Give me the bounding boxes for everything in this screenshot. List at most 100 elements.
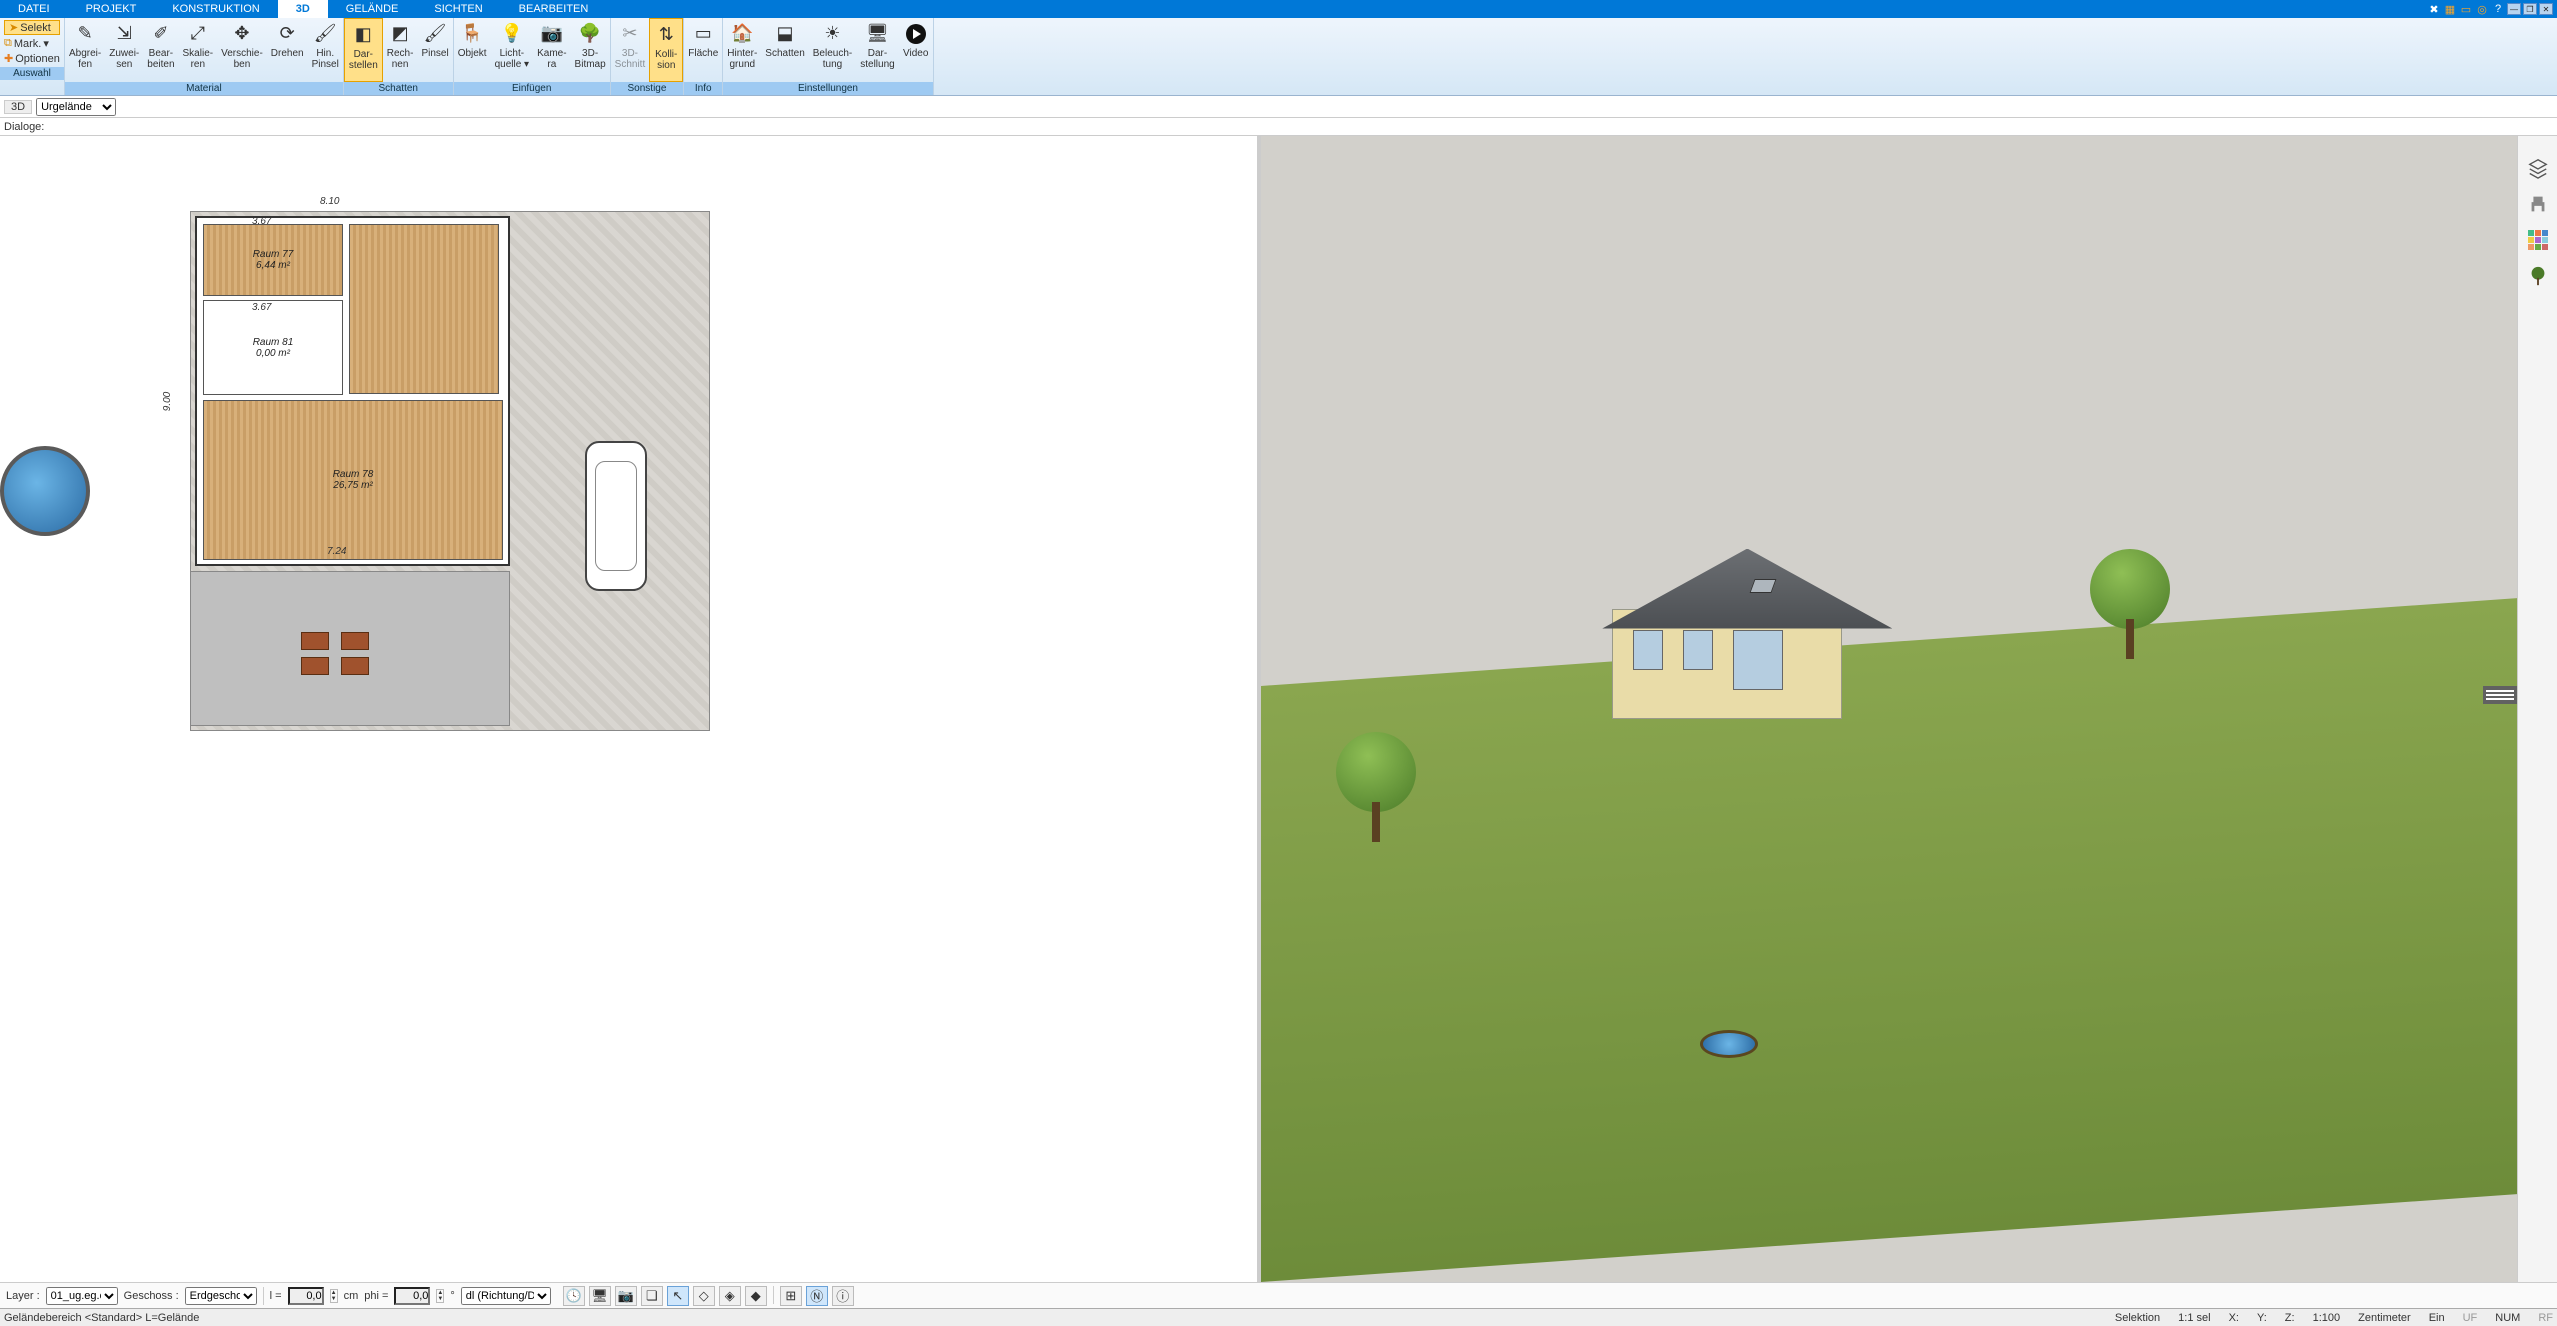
optbar-info-icon[interactable]: ⓘ: [832, 1286, 854, 1306]
optbar-cursor-icon[interactable]: ↖: [667, 1286, 689, 1306]
optbar-shade-icon[interactable]: ◈: [719, 1286, 741, 1306]
phi-input[interactable]: [394, 1287, 430, 1305]
tree: [2090, 549, 2170, 659]
video-icon: [904, 22, 928, 46]
layers-icon[interactable]: [2526, 156, 2550, 180]
optbar-wire-icon[interactable]: ◇: [693, 1286, 715, 1306]
ribbon-abgreifen-button[interactable]: ✎Abgrei-fen: [65, 18, 105, 82]
ribbon-kollision-button[interactable]: ⇅Kolli-sion: [649, 18, 683, 82]
ribbon-hintergrund-button[interactable]: 🏠Hinter-grund: [723, 18, 761, 82]
geschoss-select[interactable]: Erdgescho: [185, 1287, 257, 1305]
lichtquelle-icon: 💡: [500, 22, 524, 46]
ribbon-hin-pinsel-button[interactable]: 🖌Hin.Pinsel: [308, 18, 343, 82]
optbar-grid-icon[interactable]: ⊞: [780, 1286, 802, 1306]
dim: 3.67: [252, 216, 271, 227]
ribbon-schatten-set-button[interactable]: ⬓Schatten: [761, 18, 808, 82]
optbar-north-icon[interactable]: Ⓝ: [806, 1286, 828, 1306]
ribbon-verschieben-button[interactable]: ✥Verschie-ben: [217, 18, 267, 82]
tools-icon[interactable]: ✖: [2427, 2, 2441, 16]
status-uf: UF: [2463, 1312, 2478, 1324]
menu-tab-datei[interactable]: DATEI: [0, 0, 68, 18]
car-top-view: [585, 441, 647, 591]
menu-tab-projekt[interactable]: PROJEKT: [68, 0, 155, 18]
ribbon-label: fen: [78, 59, 92, 70]
stair-area[interactable]: [349, 224, 499, 394]
optbar-screen-icon[interactable]: 🖥: [589, 1286, 611, 1306]
furniture-icon[interactable]: [2526, 192, 2550, 216]
3d-bitmap-icon: 🌳: [578, 22, 602, 46]
ribbon-label: Hinter-: [727, 48, 757, 59]
ribbon-label: ren: [191, 59, 205, 70]
palette-icon[interactable]: [2526, 228, 2550, 252]
ribbon-beleuchtung-button[interactable]: ☀Beleuch-tung: [809, 18, 856, 82]
pinsel-icon: 🖌: [423, 22, 447, 46]
menu-tab-gelaende[interactable]: GELÄNDE: [328, 0, 417, 18]
mark-dropdown[interactable]: ⧉ Mark. ▾: [4, 37, 60, 50]
window-restore-button[interactable]: ❐: [2523, 3, 2537, 15]
ribbon-label: Kame-: [537, 48, 566, 59]
skalieren-icon: ⤢: [186, 22, 210, 46]
optionen-button[interactable]: ✚ Optionen: [4, 52, 60, 65]
optbar-clock-icon[interactable]: 🕓: [563, 1286, 585, 1306]
dim: 7.24: [327, 546, 346, 557]
menu-tab-konstruktion[interactable]: KONSTRUKTION: [154, 0, 277, 18]
plus-icon: ✚: [4, 52, 13, 65]
richtung-select[interactable]: dl (Richtung/Di: [461, 1287, 551, 1305]
optbar-solid-icon[interactable]: ◆: [745, 1286, 767, 1306]
ribbon-3d-schnitt-button[interactable]: ✂3D-Schnitt: [611, 18, 650, 82]
ribbon-group-info: ▭Fläche Info: [684, 18, 723, 95]
optbar-cam-icon[interactable]: 📷: [615, 1286, 637, 1306]
menu-tab-sichten[interactable]: SICHTEN: [416, 0, 500, 18]
room-81[interactable]: Raum 81 0,00 m²: [203, 300, 343, 395]
ribbon-pinsel-button[interactable]: 🖌Pinsel: [417, 18, 452, 82]
l-input[interactable]: [288, 1287, 324, 1305]
panel-drag-handle[interactable]: [2483, 686, 2517, 704]
phi-label: phi =: [364, 1290, 388, 1302]
floorplan-pane[interactable]: 8.10 9.00 Raum 77 6,44 m² 3.67 Ra: [0, 136, 1261, 1282]
window-close-button[interactable]: ✕: [2539, 3, 2553, 15]
room-area: 26,75 m²: [333, 480, 372, 491]
menu-tab-3d[interactable]: 3D: [278, 0, 328, 18]
ribbon-label: Dar-: [354, 49, 373, 60]
menu-tab-bearbeiten[interactable]: BEARBEITEN: [501, 0, 607, 18]
room-name: Raum 81: [253, 337, 294, 348]
optbar-stack-icon[interactable]: ❏: [641, 1286, 663, 1306]
l-spin-down[interactable]: ▼: [331, 1296, 337, 1302]
target-icon[interactable]: ◎: [2475, 2, 2489, 16]
ribbon: ➤ Selekt ⧉ Mark. ▾ ✚ Optionen Auswahl ✎A…: [0, 18, 2557, 96]
floorplan-canvas[interactable]: 8.10 9.00 Raum 77 6,44 m² 3.67 Ra: [40, 156, 1217, 1242]
ribbon-zuweisen-button[interactable]: ⇲Zuwei-sen: [105, 18, 143, 82]
room-77[interactable]: Raum 77 6,44 m²: [203, 224, 343, 296]
selekt-button[interactable]: ➤ Selekt: [4, 20, 60, 35]
help-icon[interactable]: ?: [2491, 2, 2505, 16]
ribbon-darstellen-button[interactable]: ◧Dar-stellen: [344, 18, 383, 82]
ribbon-bearbeiten-button[interactable]: ✐Bear-beiten: [143, 18, 178, 82]
ribbon-video-button[interactable]: Video: [899, 18, 933, 82]
hintergrund-icon: 🏠: [730, 22, 754, 46]
3d-view-pane[interactable]: [1261, 136, 2518, 1282]
window-minimize-button[interactable]: —: [2507, 3, 2521, 15]
screen-icon[interactable]: ▭: [2459, 2, 2473, 16]
flaeche-icon: ▭: [691, 22, 715, 46]
ribbon-objekt-button[interactable]: 🪑Objekt: [454, 18, 491, 82]
view-select[interactable]: Urgelände: [36, 98, 116, 116]
ribbon-label: tung: [823, 59, 842, 70]
box-icon[interactable]: ▦: [2443, 2, 2457, 16]
ribbon-group-material: ✎Abgrei-fen⇲Zuwei-sen✐Bear-beiten⤢Skalie…: [65, 18, 344, 95]
chevron-down-icon: ▾: [43, 37, 49, 50]
status-sel-ratio: 1:1 sel: [2178, 1312, 2210, 1324]
ribbon-label: ra: [547, 59, 556, 70]
ribbon-drehen-button[interactable]: ⟳Drehen: [267, 18, 308, 82]
ribbon-lichtquelle-button[interactable]: 💡Licht-quelle ▾: [491, 18, 534, 82]
ribbon-3d-bitmap-button[interactable]: 🌳3D-Bitmap: [571, 18, 610, 82]
phi-spin-down[interactable]: ▼: [437, 1296, 443, 1302]
ribbon-darstellung-button[interactable]: 🖥Dar-stellung: [856, 18, 898, 82]
plant-icon[interactable]: [2526, 264, 2550, 288]
ribbon-skalieren-button[interactable]: ⤢Skalie-ren: [179, 18, 218, 82]
room-78[interactable]: Raum 78 26,75 m²: [203, 400, 503, 560]
bench: [341, 632, 369, 650]
ribbon-kamera-button[interactable]: 📷Kame-ra: [533, 18, 570, 82]
ribbon-rechnen-button[interactable]: ◩Rech-nen: [383, 18, 418, 82]
ribbon-flaeche-button[interactable]: ▭Fläche: [684, 18, 722, 82]
layer-select[interactable]: 01_ug.eg.o: [46, 1287, 118, 1305]
